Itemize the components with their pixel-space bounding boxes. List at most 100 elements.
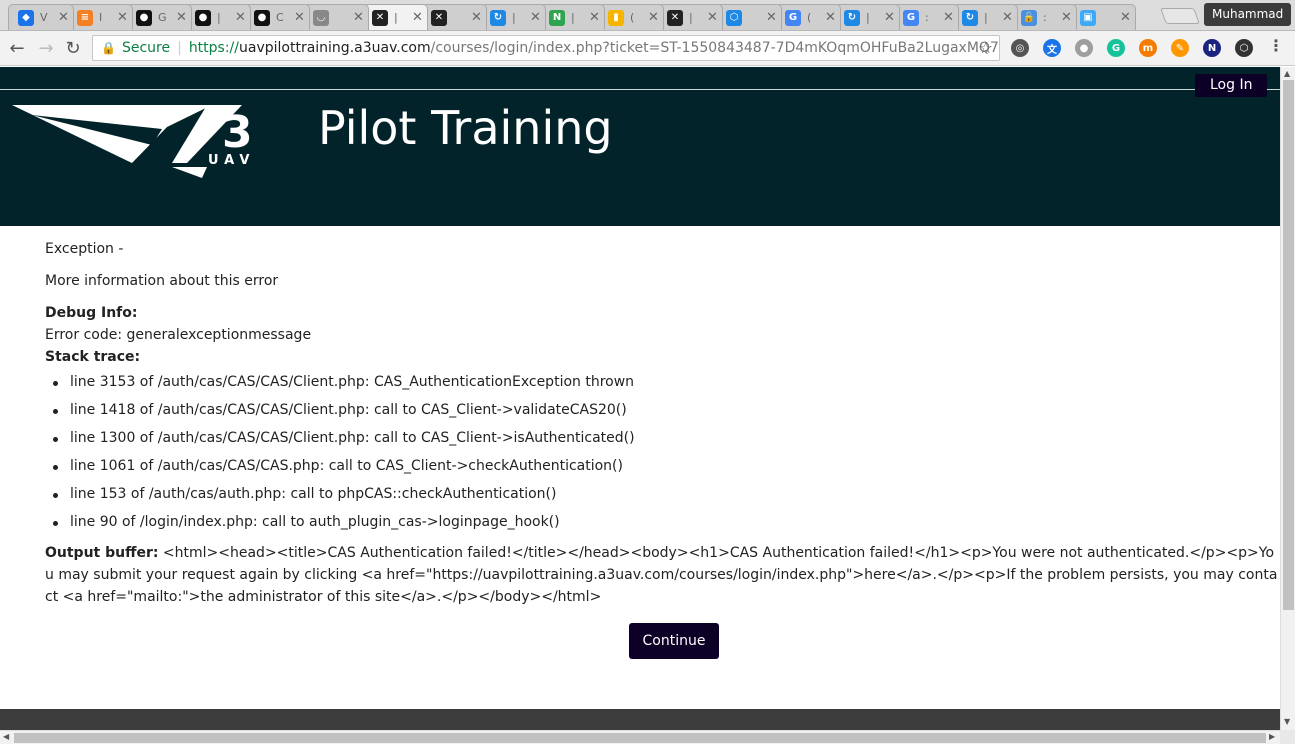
new-tab-button[interactable] xyxy=(1160,8,1200,24)
loading-icon: ◡ xyxy=(313,9,329,26)
shield-icon: ◆ xyxy=(18,9,34,26)
browser-tab[interactable]: ◆ V ✕ xyxy=(8,4,74,30)
tab-close-icon[interactable]: ✕ xyxy=(943,10,954,25)
browser-tab[interactable]: ⬡ ✕ xyxy=(716,4,782,30)
omnibox-divider: | xyxy=(177,40,182,56)
browser-tab[interactable]: ✕ ✕ xyxy=(421,4,487,30)
vertical-scrollbar[interactable]: ▲ ▼ xyxy=(1280,67,1295,730)
a3uav-logo: 3 UAV xyxy=(12,105,255,178)
browser-tab[interactable]: ● G ✕ xyxy=(126,4,192,30)
google-icon: G xyxy=(903,9,919,26)
cube-icon[interactable]: ⬡ xyxy=(1235,39,1253,57)
tab-close-icon[interactable]: ✕ xyxy=(707,10,718,25)
browser-tab[interactable]: N | ✕ xyxy=(539,4,605,30)
debug-heading: Debug Info: xyxy=(45,305,138,321)
continue-button[interactable]: Continue xyxy=(629,623,719,659)
forward-icon[interactable]: → xyxy=(34,36,58,60)
browser-tab[interactable]: ▮ (✕ xyxy=(598,4,664,30)
x-box-icon: ✕ xyxy=(667,9,683,26)
error-code: Error code: generalexceptionmessage xyxy=(45,327,312,343)
tab-close-icon[interactable]: ✕ xyxy=(353,10,364,25)
tab-close-icon[interactable]: ✕ xyxy=(766,10,777,25)
tab-close-icon[interactable]: ✕ xyxy=(825,10,836,25)
scroll-up-icon[interactable]: ▲ xyxy=(1284,69,1290,78)
tab-close-icon[interactable]: ✕ xyxy=(294,10,305,25)
reload-icon[interactable]: ↻ xyxy=(61,36,85,60)
vertical-scroll-thumb[interactable] xyxy=(1283,80,1294,610)
output-buffer-text: <html><head><title>CAS Authentication fa… xyxy=(45,545,1278,605)
browser-menu-icon[interactable]: ⋮ xyxy=(1268,36,1284,55)
orange-m-icon[interactable]: m xyxy=(1139,39,1157,57)
list-item: line 3153 of /auth/cas/CAS/CAS/Client.ph… xyxy=(53,374,635,402)
scrollbar-corner xyxy=(1280,730,1295,744)
back-icon[interactable]: ← xyxy=(5,36,29,60)
tab-close-icon[interactable]: ✕ xyxy=(1120,10,1131,25)
browser-tab[interactable]: 🔒: ✕ xyxy=(1011,4,1077,30)
browser-tab[interactable]: G: ✕ xyxy=(893,4,959,30)
tab-close-icon[interactable]: ✕ xyxy=(1061,10,1072,25)
tab-title: : xyxy=(925,11,929,24)
tab-title: | xyxy=(689,11,693,24)
more-info-text: More information about this error xyxy=(45,273,279,289)
refresh-blue-icon: ↻ xyxy=(962,9,978,26)
tab-title: I xyxy=(99,11,103,24)
tab-title: | xyxy=(866,11,870,24)
tab-close-icon[interactable]: ✕ xyxy=(471,10,482,25)
list-item: line 153 of /auth/cas/auth.php: call to … xyxy=(53,486,635,514)
browser-tab[interactable]: ≡ I ✕ xyxy=(67,4,133,30)
browser-tab[interactable]: ✕ | ✕ xyxy=(362,4,428,30)
tab-close-icon[interactable]: ✕ xyxy=(530,10,541,25)
grammarly-icon[interactable]: G xyxy=(1107,39,1125,57)
tab-title: ( xyxy=(807,11,812,24)
logo-text: UAV xyxy=(208,153,255,168)
tab-close-icon[interactable]: ✕ xyxy=(1002,10,1013,25)
tab-close-icon[interactable]: ✕ xyxy=(117,10,128,25)
profile-button[interactable]: Muhammad xyxy=(1204,3,1292,26)
login-button[interactable]: Log In xyxy=(1195,74,1268,97)
tab-close-icon[interactable]: ✕ xyxy=(648,10,659,25)
browser-tab[interactable]: ● C ✕ xyxy=(244,4,310,30)
browser-tab[interactable]: ◡ ✕ xyxy=(303,4,369,30)
refresh-blue-icon: ↻ xyxy=(844,9,860,26)
tab-title: | xyxy=(512,11,516,24)
tab-close-icon[interactable]: ✕ xyxy=(235,10,246,25)
browser-tab[interactable]: ✕ | ✕ xyxy=(657,4,723,30)
output-buffer: Output buffer: <html><head><title>CAS Au… xyxy=(45,542,1280,608)
address-bar[interactable]: 🔒 Secure | https://uavpilottraining.a3ua… xyxy=(92,35,1000,61)
n-box-icon[interactable]: N xyxy=(1203,39,1221,57)
translate-icon[interactable]: 文 xyxy=(1043,39,1061,57)
scroll-down-icon[interactable]: ▼ xyxy=(1284,717,1290,726)
browser-tab[interactable]: ↻ | ✕ xyxy=(834,4,900,30)
browser-tab[interactable]: G (✕ xyxy=(775,4,841,30)
url-host: uavpilottraining.a3uav.com xyxy=(239,40,431,56)
browser-tab[interactable]: ↻ | ✕ xyxy=(480,4,546,30)
tab-close-icon[interactable]: ✕ xyxy=(412,10,423,25)
horizontal-scroll-thumb[interactable] xyxy=(14,733,1266,743)
hex-blue-icon: ⬡ xyxy=(726,9,742,26)
tab-close-icon[interactable]: ✕ xyxy=(884,10,895,25)
globe-icon[interactable]: ● xyxy=(1075,39,1093,57)
scroll-right-icon[interactable]: ▶ xyxy=(1269,732,1275,741)
lock-blue-icon: 🔒 xyxy=(1021,9,1037,26)
secure-label: Secure xyxy=(121,40,171,56)
github-icon: ● xyxy=(136,9,152,26)
scroll-left-icon[interactable]: ◀ xyxy=(3,732,9,741)
chromatic-icon[interactable]: ◎ xyxy=(1011,39,1029,57)
tab-title: C xyxy=(276,11,284,24)
tab-close-icon[interactable]: ✕ xyxy=(176,10,187,25)
pencil-icon[interactable]: ✎ xyxy=(1171,39,1189,57)
tab-title: G xyxy=(158,11,167,24)
tab-title: ( xyxy=(630,11,635,24)
browser-tab[interactable]: ↻ | ✕ xyxy=(952,4,1018,30)
lock-icon: 🔒 xyxy=(101,41,116,55)
stackoverflow-icon: ≡ xyxy=(77,9,93,26)
browser-tab[interactable]: ● | ✕ xyxy=(185,4,251,30)
bookmark-star-icon[interactable]: ☆ xyxy=(979,38,993,57)
tab-title: | xyxy=(217,11,221,24)
tab-close-icon[interactable]: ✕ xyxy=(58,10,69,25)
tab-title: | xyxy=(394,11,398,24)
browser-tab[interactable]: ▣ ✕ xyxy=(1070,4,1136,30)
horizontal-scrollbar[interactable]: ◀ ▶ xyxy=(0,730,1280,744)
stack-trace-list: line 3153 of /auth/cas/CAS/CAS/Client.ph… xyxy=(53,374,635,542)
tab-close-icon[interactable]: ✕ xyxy=(589,10,600,25)
